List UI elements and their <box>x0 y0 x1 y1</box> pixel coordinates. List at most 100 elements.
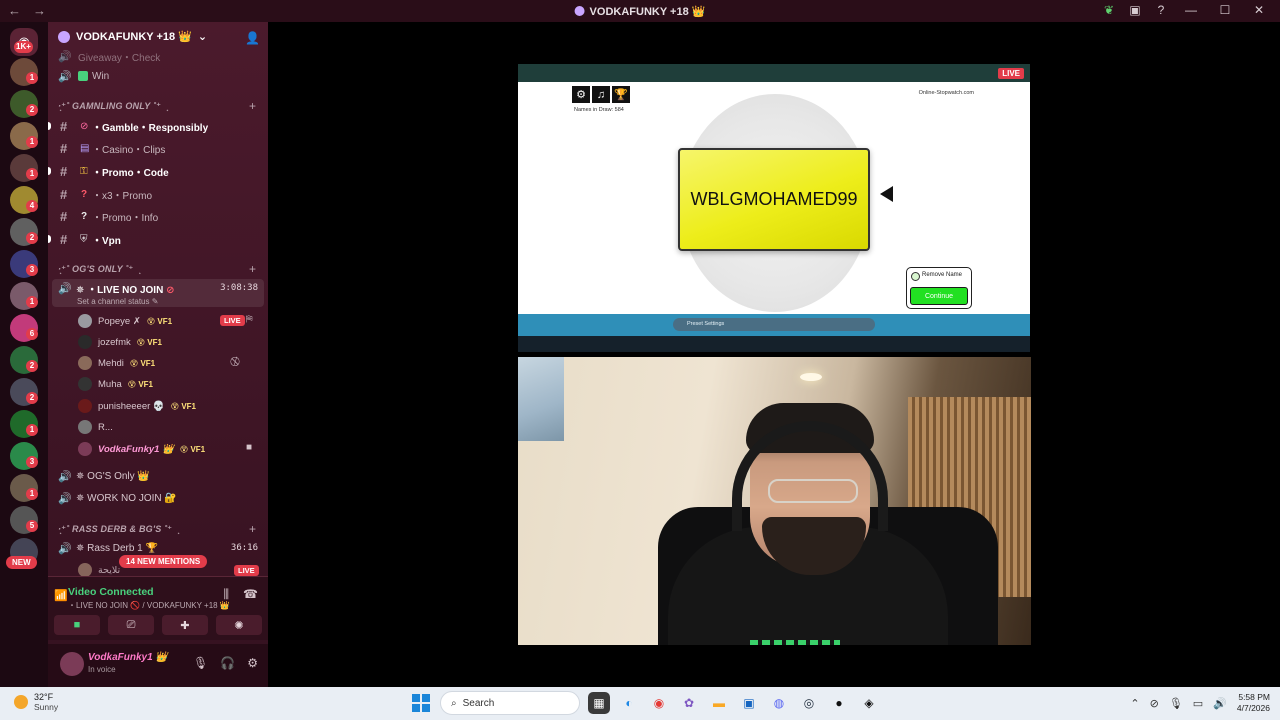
channel-promo-code[interactable]: # ・Promo・Code ⚿ <box>48 161 268 181</box>
voice-member[interactable]: Popeye ✗ 😵 VF1 <box>78 311 172 331</box>
add-channel-icon[interactable]: + <box>249 99 256 113</box>
new-mentions-pill[interactable]: 14 NEW MENTIONS <box>119 555 208 568</box>
user-status: In voice <box>88 665 116 674</box>
chrome-icon[interactable]: ◉ <box>648 692 670 714</box>
add-channel-icon[interactable]: + <box>249 522 256 536</box>
avatar <box>78 399 92 413</box>
weather-widget[interactable]: 32°F Sunny <box>14 692 58 712</box>
disconnect-icon[interactable]: ☎ <box>243 587 258 602</box>
username[interactable]: VodkaFunky1 👑 <box>88 652 168 663</box>
windows-start-icon[interactable] <box>410 692 432 714</box>
volume-icon[interactable]: 🔊 <box>1213 697 1227 710</box>
speaker-icon: 🔊 <box>58 542 72 555</box>
channel-win[interactable]: 🔊 Win <box>48 66 268 86</box>
maximize-button[interactable]: ☐ <box>1214 3 1236 17</box>
edge-icon[interactable]: ◐ <box>618 692 640 714</box>
github-icon[interactable]: ● <box>828 692 850 714</box>
add-channel-icon[interactable]: + <box>249 262 256 276</box>
category-gambling[interactable]: ·͙⁺˚ GAMNLING ONLY ˚⁺‧͙ <box>58 101 168 112</box>
channel-casino[interactable]: # ・Casino・Clips ▤ <box>48 138 268 158</box>
network-icon[interactable]: ⊘ <box>1150 697 1159 710</box>
activities-button[interactable]: ✚ <box>162 615 208 635</box>
file-explorer-icon[interactable]: ▬ <box>708 692 730 714</box>
camera-button[interactable]: ■ <box>54 615 100 635</box>
voice-channel-og-only[interactable]: 🔊 ✵ OG'S Only 👑 <box>48 466 268 486</box>
key-icon: ⚿ <box>80 165 88 177</box>
channel-promo-info[interactable]: # ・Promo・Info ? <box>48 206 268 226</box>
help-icon[interactable]: ? <box>1154 3 1168 17</box>
clock[interactable]: 5:58 PM 4/7/2026 <box>1237 692 1270 714</box>
gear-icon[interactable]: ⚙ <box>247 656 258 670</box>
screen-share-button[interactable]: ⎚ <box>108 615 154 635</box>
channel-x3-promo[interactable]: # ・x3・Promo ? <box>48 184 268 204</box>
screen-share-video[interactable]: LIVE ⚙ ♫ 🏆 Names in Draw: 584 Online-Sto… <box>518 64 1030 352</box>
voice-member[interactable]: R... <box>78 417 113 437</box>
category-rass[interactable]: ·͙⁺˚ RASS DERB & BG'S ˚⁺‧͙ <box>58 524 179 535</box>
server-badge: 3 <box>26 264 38 276</box>
signal-icon[interactable]: 📶 <box>54 589 68 602</box>
soundboard-button[interactable]: ✺ <box>216 615 262 635</box>
task-view-icon[interactable]: ▦ <box>588 692 610 714</box>
channel-giveaway[interactable]: 🔊 Giveaway・Check <box>48 46 268 66</box>
trophy-icon[interactable]: 🏆 <box>612 86 630 103</box>
channel-sidebar: VODKAFUNKY +18 👑 ⌄ 👤 🔊 Giveaway・Check 🔊 … <box>48 22 268 687</box>
title-bar: ← → VODKAFUNKY +18 👑 ❦ ▣ ? — ☐ ✕ <box>0 0 1280 22</box>
soundboard-icon[interactable]: ⫼ <box>224 587 230 602</box>
channel-status-text: Set a channel status <box>77 297 150 306</box>
voice-member[interactable]: Mehdi 😵 VF1 <box>78 353 155 373</box>
member-tag-text: VF1 <box>157 316 173 326</box>
channel-gamble[interactable]: # ・Gamble・Responsibly ⊘ <box>48 116 268 136</box>
voice-channel-work-no-join[interactable]: 🔊 ✵ WORK NO JOIN 🔐 <box>48 488 268 508</box>
taskbar-search[interactable]: ⌕ Search <box>440 691 580 715</box>
headphones-icon[interactable]: 🎧 <box>220 656 235 670</box>
minimize-button[interactable]: — <box>1180 3 1202 17</box>
preset-settings[interactable]: Preset Settings <box>673 318 875 331</box>
gear-icon[interactable]: ⚙ <box>572 86 590 103</box>
server-header[interactable]: VODKAFUNKY +18 👑 ⌄ <box>58 30 207 43</box>
channel-label: ・Promo・Info <box>92 212 159 224</box>
close-button[interactable]: ✕ <box>1248 3 1270 17</box>
voice-member[interactable]: Muha 😵 VF1 <box>78 374 153 394</box>
microphone-icon[interactable]: 🎙 <box>1169 697 1183 710</box>
member-tag-text: VF1 <box>138 379 153 389</box>
clock-date: 4/7/2026 <box>1236 703 1270 713</box>
new-unreads-pill[interactable]: NEW <box>6 556 37 569</box>
back-arrow-icon[interactable]: ← <box>8 3 21 18</box>
voice-buttons: ■ ⎚ ✚ ✺ <box>54 615 262 635</box>
display-icon[interactable]: ▭ <box>1193 697 1203 710</box>
server-badge: 6 <box>26 328 38 340</box>
store-icon[interactable]: ▣ <box>738 692 760 714</box>
chevron-up-icon[interactable]: ⌃ <box>1130 697 1139 710</box>
server-badge: 3 <box>26 456 38 468</box>
voice-member[interactable]: punisheeeer 💀 😵 VF1 <box>78 396 196 416</box>
channel-label: Win <box>92 70 110 82</box>
user-controls: 🎙 🎧 ⚙ <box>193 656 258 670</box>
category-ogs[interactable]: ·͙⁺˚ OG'S ONLY ˚⁺‧͙ <box>58 264 140 275</box>
green-led-strip <box>750 640 840 645</box>
remove-name-checkbox[interactable] <box>911 272 920 281</box>
music-icon[interactable]: ♫ <box>592 86 610 103</box>
steam-icon[interactable]: ◎ <box>798 692 820 714</box>
voice-member[interactable]: jozefmk 😵 VF1 <box>78 332 162 352</box>
obs-icon[interactable]: ◈ <box>858 692 880 714</box>
inbox-icon[interactable]: ▣ <box>1128 3 1142 17</box>
forward-arrow-icon[interactable]: → <box>33 3 46 18</box>
avatar[interactable] <box>60 652 84 676</box>
leaf-icon[interactable]: ❦ <box>1102 3 1116 17</box>
webcam-video[interactable] <box>518 357 1031 645</box>
voice-location[interactable]: ・LIVE NO JOIN 🚫 / VODKAFUNKY +18 👑 <box>68 600 230 611</box>
names-in-draw: Names in Draw: 584 <box>574 107 624 113</box>
server-rail: ◉ 1K+ 1 2 1 1 4 2 3 1 6 2 2 1 3 1 5 NEW <box>0 22 48 687</box>
channel-status-link[interactable]: Set a channel status ✎ <box>77 297 158 306</box>
vpn-icon: ⛨ <box>80 233 88 245</box>
voice-channel-live-no-join[interactable]: 🔊 ✵ ・LIVE NO JOIN ⊘ 3:08:38 <box>48 278 268 298</box>
voice-member[interactable]: VodkaFunky1 👑 😵 VF1 <box>78 439 205 459</box>
discord-icon[interactable]: ◍ <box>768 692 790 714</box>
continue-button[interactable]: Continue <box>910 287 968 305</box>
add-member-icon[interactable]: 👤 <box>245 31 260 45</box>
watch-stream-icon[interactable]: ⛿ <box>246 314 253 325</box>
voice-status[interactable]: Video Connected <box>68 586 154 598</box>
copilot-icon[interactable]: ✿ <box>678 692 700 714</box>
channel-vpn[interactable]: # ・Vpn ⛨ <box>48 229 268 249</box>
microphone-icon[interactable]: 🎙 <box>193 656 208 670</box>
